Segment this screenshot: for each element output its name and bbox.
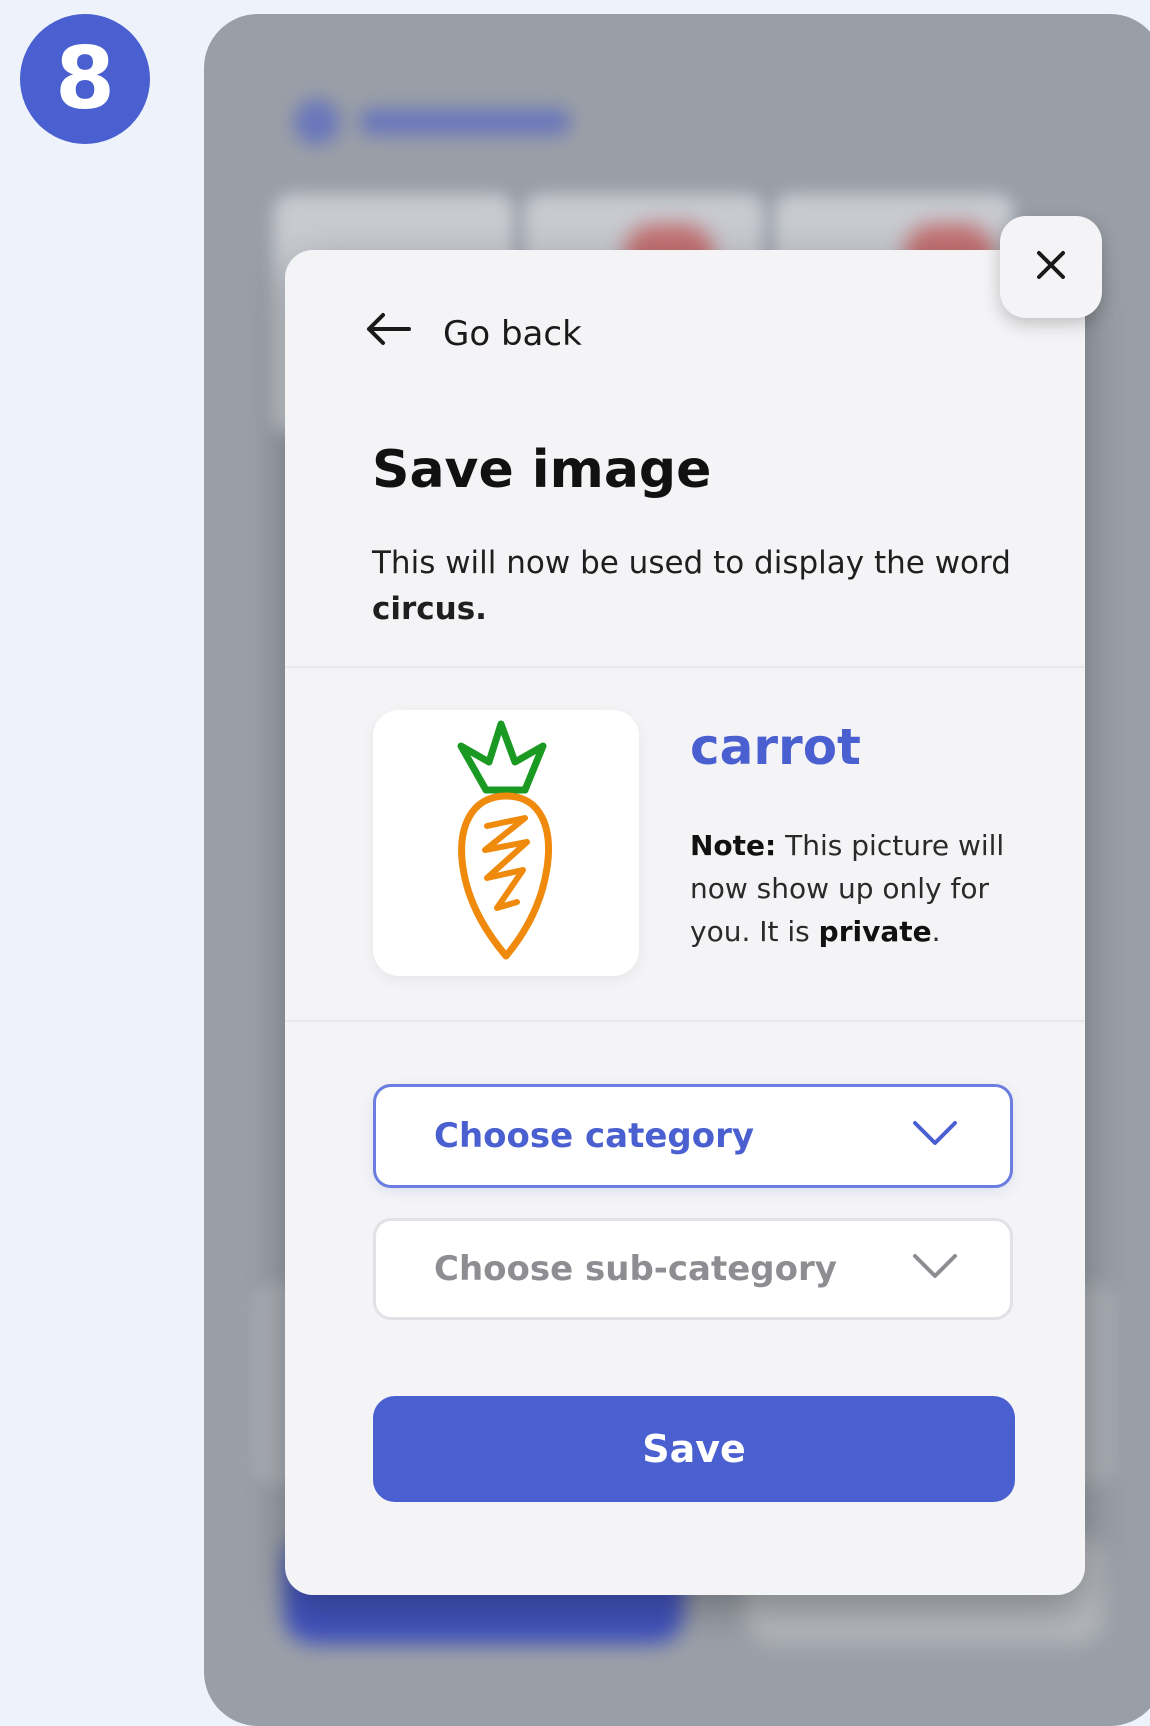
carrot-drawing (457, 720, 552, 960)
modal-description: This will now be used to display the wor… (372, 540, 1012, 632)
save-image-modal: Go back Save image This will now be used… (285, 250, 1085, 1595)
arrow-left-icon (365, 312, 411, 355)
blurred-header (294, 99, 614, 145)
image-preview (373, 710, 639, 976)
note-label: Note: (690, 829, 777, 862)
chevron-down-icon (912, 1249, 958, 1289)
chevron-down-icon (912, 1116, 958, 1156)
modal-title: Save image (372, 440, 712, 500)
divider (285, 1020, 1085, 1022)
note-suffix: . (931, 915, 941, 948)
step-number-badge: 8 (20, 14, 150, 144)
privacy-note: Note: This picture will now show up only… (690, 824, 1030, 953)
close-button[interactable] (1000, 216, 1102, 318)
divider (285, 666, 1085, 668)
save-button[interactable]: Save (373, 1396, 1015, 1502)
image-word: carrot (690, 718, 861, 776)
go-back-label: Go back (443, 313, 582, 354)
description-text: This will now be used to display the wor… (372, 545, 1011, 581)
description-word: circus. (372, 591, 487, 627)
go-back-button[interactable]: Go back (365, 312, 582, 355)
category-select-label: Choose category (434, 1116, 755, 1156)
note-emphasis: private (818, 915, 932, 948)
category-select[interactable]: Choose category (373, 1084, 1013, 1188)
subcategory-select[interactable]: Choose sub-category (373, 1218, 1013, 1320)
close-icon (1035, 249, 1067, 285)
subcategory-select-label: Choose sub-category (434, 1249, 837, 1289)
